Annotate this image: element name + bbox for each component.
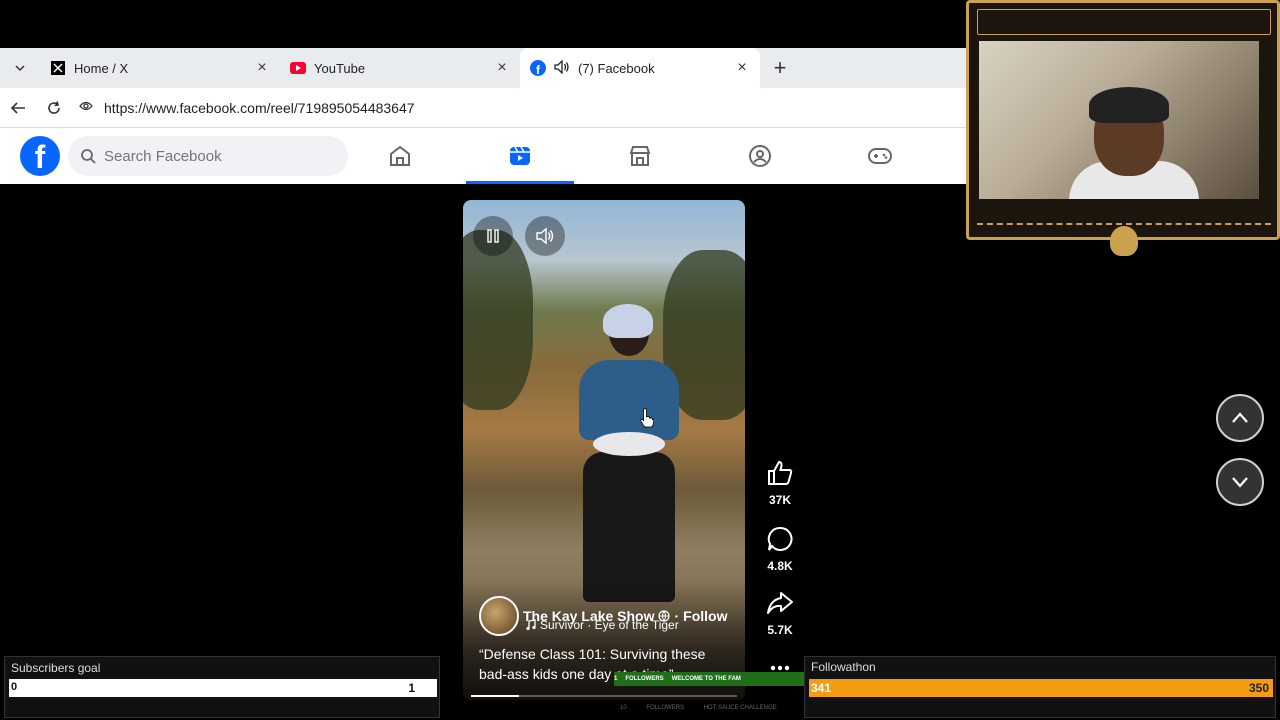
nav-gaming[interactable] — [820, 128, 940, 184]
stream-ticker-bar — [746, 672, 804, 686]
reel-audio[interactable]: Survivor · Eye of the Tiger — [525, 618, 679, 632]
like-button[interactable]: 37K — [760, 460, 800, 507]
hand-cursor-icon — [640, 408, 654, 428]
facebook-nav — [340, 128, 940, 184]
chevron-up-icon — [1232, 412, 1248, 423]
plus-icon: + — [773, 55, 787, 80]
followathon-target: 350 — [1248, 681, 1269, 695]
ticker-sub-message: HOT SAUCE CHALLENGE — [703, 705, 777, 711]
goal-progress-bar — [9, 679, 437, 697]
ticker-count: 1 — [614, 676, 618, 682]
home-icon — [390, 145, 410, 166]
comment-count: 4.8K — [767, 559, 793, 573]
x-logo-icon — [50, 60, 66, 76]
previous-reel-button[interactable] — [1216, 394, 1264, 442]
pause-button[interactable] — [473, 216, 513, 256]
video-scenery — [593, 432, 665, 456]
chevron-down-icon — [1232, 477, 1248, 488]
webcam-frame-decoration — [977, 9, 1271, 35]
groups-icon — [749, 145, 771, 167]
reload-icon — [48, 100, 60, 114]
ticker-sub-count: 10 — [620, 705, 627, 711]
arrow-left-icon — [10, 101, 25, 114]
mute-button[interactable] — [525, 216, 565, 256]
url-field[interactable]: https://www.facebook.com/reel/7198950544… — [78, 98, 415, 117]
nav-reels[interactable] — [460, 128, 580, 184]
marketplace-icon — [629, 146, 651, 166]
ticker-sub-label: FOLLOWERS — [646, 705, 685, 711]
reel-video[interactable]: The Kay Lake Show · Follow Survivor · Ey… — [463, 200, 745, 700]
gaming-icon — [868, 148, 892, 164]
thumbs-up-icon — [768, 460, 793, 485]
tab-list-dropdown[interactable] — [0, 48, 40, 88]
reels-icon — [510, 146, 530, 165]
ticker-label: FOLLOWERS — [625, 676, 664, 682]
stream-ticker: 1 FOLLOWERS WELCOME TO THE FAM — [614, 672, 746, 686]
nav-home[interactable] — [340, 128, 460, 184]
ticker-message: WELCOME TO THE FAM — [671, 676, 741, 682]
followathon-widget: Followathon 341 350 — [804, 656, 1276, 718]
facebook-logo-icon: f — [530, 60, 546, 76]
close-icon[interactable]: × — [494, 59, 510, 77]
search-icon — [81, 149, 96, 164]
tab-x[interactable]: Home / X × — [40, 48, 280, 88]
site-info-icon[interactable] — [78, 98, 96, 117]
pause-icon — [487, 229, 499, 243]
emblem-icon — [1110, 226, 1138, 256]
comment-button[interactable]: 4.8K — [760, 526, 800, 573]
video-scenery — [579, 360, 679, 440]
webcam-feed — [979, 41, 1259, 199]
followathon-current: 341 — [811, 681, 832, 695]
stream-ticker-sub: 10 FOLLOWERS HOT SAUCE CHALLENGE — [620, 705, 795, 711]
nav-groups[interactable] — [700, 128, 820, 184]
music-note-icon — [526, 619, 536, 631]
followathon-title: Followathon — [811, 660, 876, 674]
chevron-down-icon — [15, 65, 25, 72]
facebook-search[interactable] — [68, 136, 348, 176]
webcam-overlay — [966, 0, 1280, 240]
followathon-progress-bar — [809, 679, 1273, 697]
goal-target: 1 — [408, 681, 415, 695]
youtube-logo-icon — [290, 60, 306, 76]
search-input[interactable] — [104, 147, 324, 165]
share-button[interactable]: 5.7K — [760, 590, 800, 637]
tab-title: (7) Facebook — [578, 60, 655, 76]
follow-button[interactable]: Follow — [683, 608, 727, 624]
address-bar: https://www.facebook.com/reel/7198950544… — [0, 88, 970, 128]
reel-progress-fill — [471, 695, 519, 697]
nav-marketplace[interactable] — [580, 128, 700, 184]
goal-title: Subscribers goal — [11, 661, 101, 675]
speaker-icon — [536, 227, 554, 245]
like-count: 37K — [768, 493, 791, 507]
comment-icon — [767, 526, 793, 551]
goal-current: 0 — [11, 681, 18, 693]
video-scenery — [603, 304, 653, 338]
audio-title: Survivor · Eye of the Tiger — [540, 618, 679, 632]
tab-title: Home / X — [74, 60, 129, 76]
tab-facebook[interactable]: f (7) Facebook × — [520, 48, 760, 88]
screen: Home / X × YouTube × f (7) Facebook × + — [0, 0, 1280, 720]
subscribers-goal-widget: Subscribers goal 0 1 — [4, 656, 440, 718]
tab-title: YouTube — [314, 60, 366, 76]
avatar[interactable] — [479, 596, 519, 636]
tab-youtube[interactable]: YouTube × — [280, 48, 520, 88]
facebook-header: f — [0, 128, 970, 184]
speaker-icon[interactable] — [554, 58, 570, 77]
url-text: https://www.facebook.com/reel/7198950544… — [104, 99, 415, 116]
share-count: 5.7K — [767, 623, 793, 637]
webcam-person — [1089, 87, 1169, 123]
close-icon[interactable]: × — [734, 59, 750, 77]
back-button[interactable] — [0, 90, 36, 126]
facebook-logo-icon[interactable]: f — [20, 136, 60, 176]
browser-tab-bar: Home / X × YouTube × f (7) Facebook × + — [0, 48, 970, 88]
reel-progress-bar[interactable] — [471, 695, 737, 697]
close-icon[interactable]: × — [254, 59, 270, 77]
video-scenery — [463, 230, 533, 410]
new-tab-button[interactable]: + — [760, 48, 800, 88]
share-icon — [767, 592, 793, 614]
reload-button[interactable] — [36, 90, 72, 126]
next-reel-button[interactable] — [1216, 458, 1264, 506]
